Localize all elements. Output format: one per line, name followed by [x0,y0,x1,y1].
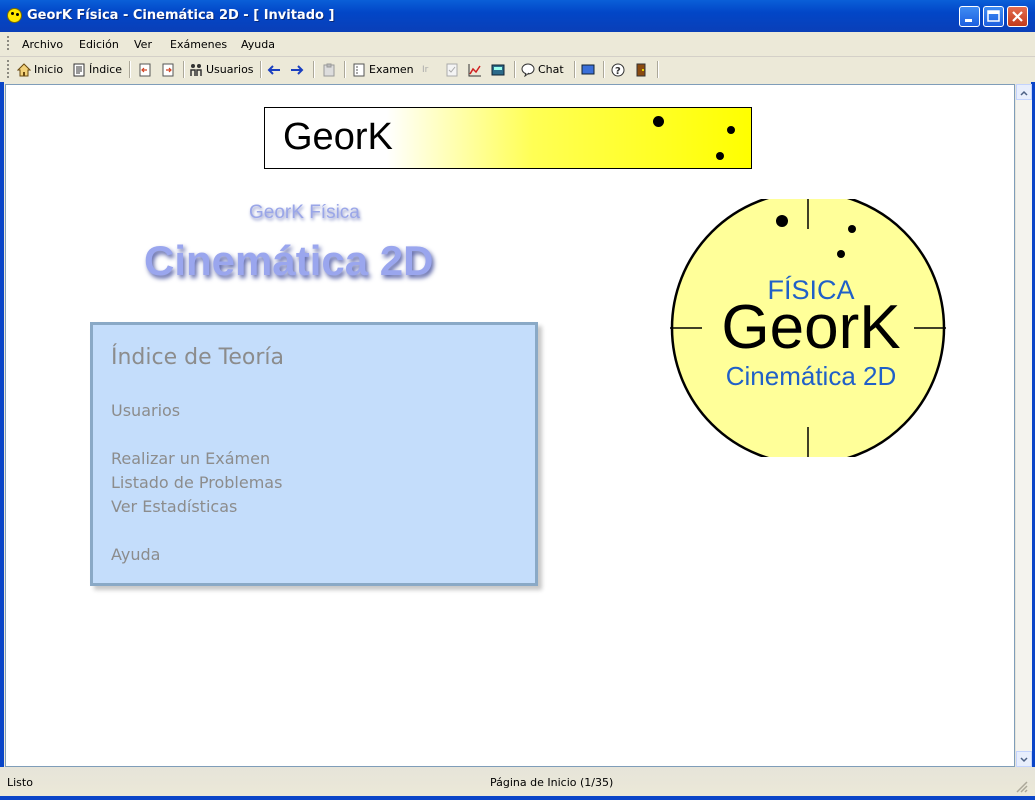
minimize-button[interactable] [959,6,980,27]
exam-icon [353,63,365,76]
page-back-icon [139,63,151,76]
examen-button[interactable]: Examen [352,61,414,78]
window-title: GeorK Física - Cinemática 2D - [ Invitad… [27,8,335,23]
scroll-up-button[interactable] [1016,84,1032,100]
window-frame-left [0,32,4,800]
usuarios-button[interactable]: Usuarios [189,61,254,78]
logo-dot [837,250,845,258]
toolbar-separator [657,61,659,78]
calculator-button[interactable] [491,61,508,78]
inicio-label: Inicio [34,63,64,76]
toolbar-separator [129,61,131,78]
indice-label: Índice [89,63,123,76]
check-button[interactable] [445,61,462,78]
clipboard-icon [323,63,335,76]
scroll-down-button[interactable] [1016,751,1032,767]
chat-button[interactable]: Chat [521,61,564,78]
toolbar-separator [183,61,185,78]
banner-dot [653,116,664,127]
back-button[interactable] [267,61,284,78]
calculator-icon [491,64,505,75]
georK-banner: GeorK [264,107,752,169]
toolbar-separator [344,61,346,78]
vertical-scrollbar[interactable] [1015,84,1032,767]
maximize-button[interactable] [983,6,1004,27]
menu-bar: Archivo Edición Ver Exámenes Ayuda [0,32,1035,57]
users-icon [190,63,202,76]
home-icon [17,62,31,76]
toolbar-separator [574,61,576,78]
title-bar: GeorK Física - Cinemática 2D - [ Invitad… [0,0,1035,32]
ir-button[interactable]: Ir [422,61,428,78]
logo-dot [776,215,788,227]
logo-georK: GeorK [721,293,900,362]
banner-dot [727,126,735,134]
toolbar-grip[interactable] [7,60,9,79]
window-frame-bottom [0,796,1035,800]
fullscreen-button[interactable] [581,61,598,78]
status-text: Listo [7,776,33,789]
logo-dot [848,225,856,233]
app-icon[interactable] [7,8,22,23]
statistics-button[interactable] [468,61,485,78]
ir-label: Ir [422,64,429,75]
forward-button[interactable] [290,61,307,78]
arrow-left-icon [267,64,280,75]
previous-page-button[interactable] [138,61,155,78]
next-page-button[interactable] [161,61,178,78]
help-icon: ? [611,63,625,77]
banner-title: GeorK [283,116,393,158]
toolbar-separator [260,61,262,78]
minimize-icon [965,19,972,22]
chevron-up-icon [1020,90,1028,96]
georK-logo: FÍSICA GeorK Cinemática 2D [670,199,946,457]
menu-archivo[interactable]: Archivo [22,38,63,51]
menu-edicion[interactable]: Edición [79,38,119,51]
problem-list-link[interactable]: Listado de Problemas [111,473,282,492]
users-link[interactable]: Usuarios [111,401,180,420]
chart-icon [468,63,481,76]
menu-grip[interactable] [7,36,9,52]
toolbar-separator [514,61,516,78]
toolbar: Inicio Índice Usuarios Examen Ir Chat ? [0,57,1035,82]
menu-ver[interactable]: Ver [134,38,152,51]
menu-ayuda[interactable]: Ayuda [241,38,275,51]
maximize-icon [987,10,1000,22]
arrow-right-icon [291,64,304,75]
chat-bubble-icon [521,63,535,77]
content-area: GeorK GeorK Física Cinemática 2D Índice … [5,84,1015,767]
logo-cinematica: Cinemática 2D [726,361,897,391]
page-indicator: Página de Inicio (1/35) [490,776,614,789]
close-icon [1012,11,1023,22]
help-link[interactable]: Ayuda [111,545,160,564]
app-title: Cinemática 2D [144,237,434,284]
banner-dot [716,152,724,160]
page-forward-icon [162,63,174,76]
toolbar-separator [603,61,605,78]
chat-label: Chat [538,63,564,76]
checklist-icon [446,63,458,76]
examen-label: Examen [369,63,414,76]
app-subtitle: GeorK Física [249,202,360,223]
take-exam-link[interactable]: Realizar un Exámen [111,449,270,468]
clipboard-button[interactable] [322,61,339,78]
usuarios-label: Usuarios [206,63,254,76]
exit-door-icon [636,63,646,76]
resize-grip-icon[interactable] [1016,781,1028,793]
chevron-down-icon [1020,757,1028,763]
indice-button[interactable]: Índice [72,61,122,78]
close-button[interactable] [1007,6,1028,27]
menu-examenes[interactable]: Exámenes [170,38,227,51]
help-button[interactable]: ? [611,61,628,78]
inicio-button[interactable]: Inicio [17,61,63,78]
monitor-icon [581,64,595,74]
theory-index-panel: Índice de Teoría Usuarios Realizar un Ex… [90,322,538,586]
exit-button[interactable] [634,61,651,78]
statistics-link[interactable]: Ver Estadísticas [111,497,237,516]
toolbar-separator [313,61,315,78]
theory-index-link[interactable]: Índice de Teoría [111,345,284,370]
document-icon [73,63,85,76]
svg-text:?: ? [615,66,621,77]
